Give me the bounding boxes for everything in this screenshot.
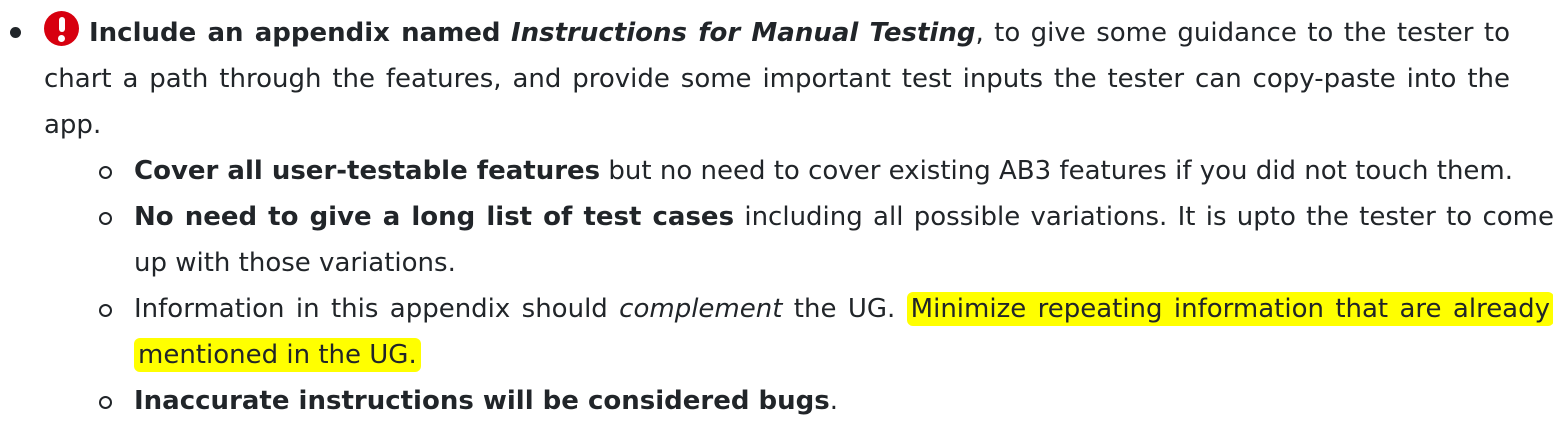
sub-item-emphasis: complement [619, 294, 783, 324]
sub-requirements-list: Cover all user-testable features but no … [44, 148, 1553, 424]
sub-item-no-long-list: No need to give a long list of test case… [44, 194, 1553, 286]
sub-item-complement-ug: Information in this appendix should comp… [44, 286, 1553, 378]
bullet-circle [99, 212, 112, 225]
bullet-circle [99, 304, 112, 317]
sub-item-inaccurate-bugs: Inaccurate instructions will be consider… [44, 378, 1553, 424]
sub-item-text: the UG. [782, 294, 907, 324]
exclamation-circle-icon [44, 11, 79, 46]
sub-item-text: but no need to cover existing AB3 featur… [600, 156, 1514, 186]
bullet-circle [99, 396, 112, 409]
requirements-list: Include an appendix named Instructions f… [0, 0, 1553, 424]
sub-item-bold-text: Inaccurate instructions will be consider… [134, 386, 830, 416]
sub-item-cover-features: Cover all user-testable features but no … [44, 148, 1553, 194]
sub-item-text: . [829, 386, 838, 416]
sub-item-bold-text: No need to give a long list of test case… [134, 202, 735, 232]
appendix-requirement-item: Include an appendix named Instructions f… [0, 0, 1553, 424]
requirement-lead: Include an appendix named [89, 18, 501, 48]
page: Include an appendix named Instructions f… [0, 0, 1553, 434]
bullet-circle [99, 166, 112, 179]
sub-item-text: Information in this appendix should [134, 294, 620, 324]
bullet-disc [10, 27, 21, 38]
sub-item-bold-text: Cover all user-testable features [134, 156, 601, 186]
appendix-name: Instructions for Manual Testing [510, 18, 976, 48]
